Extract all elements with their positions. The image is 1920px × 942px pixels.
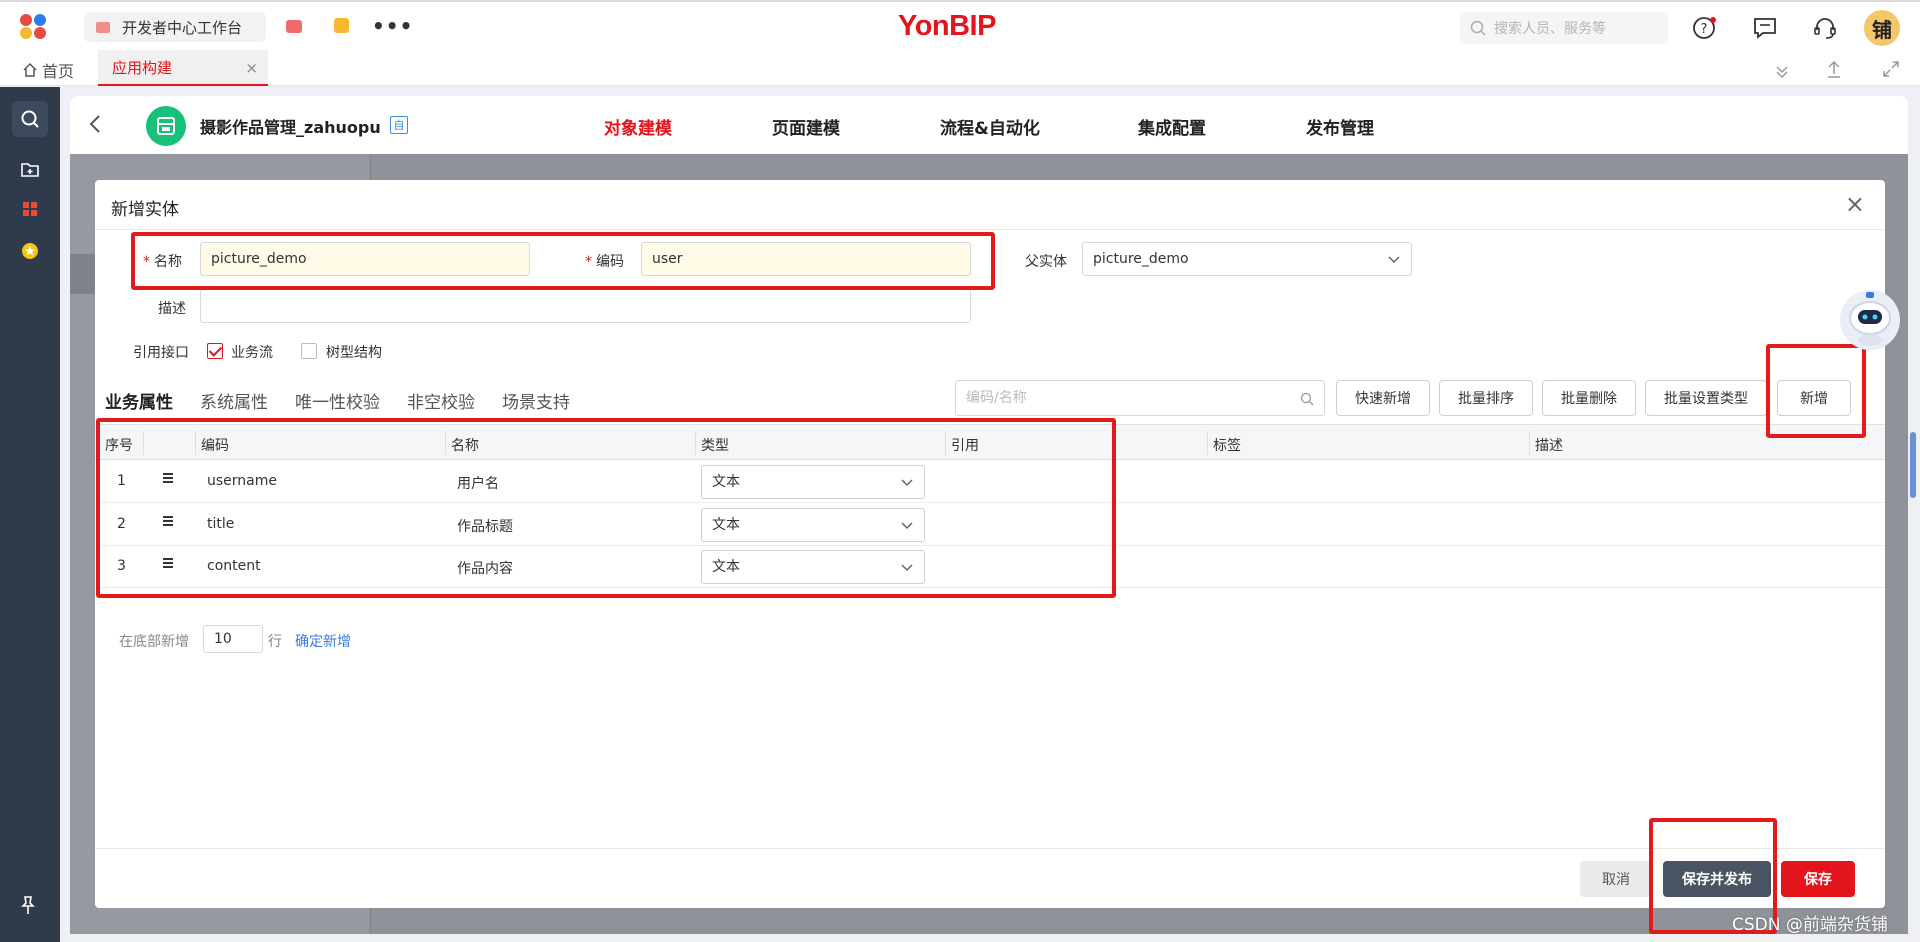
pin-icon[interactable]	[18, 895, 38, 917]
brand-logo: YonBIP	[898, 10, 996, 42]
parent-entity-value: picture_demo	[1093, 251, 1189, 267]
tab-close-icon[interactable]: ×	[245, 59, 258, 77]
tab-app-build-label: 应用构建	[112, 58, 173, 77]
business-flow-checkbox[interactable]	[207, 343, 223, 359]
rail-search-icon[interactable]	[12, 101, 48, 137]
nav-publish-management[interactable]: 发布管理	[1306, 114, 1374, 139]
back-icon[interactable]	[88, 114, 102, 139]
batch-delete-button[interactable]: 批量删除	[1542, 380, 1636, 416]
confirm-add-rows-link[interactable]: 确定新增	[295, 631, 351, 651]
attribute-search-placeholder: 编码/名称	[966, 390, 1027, 406]
parent-entity-label: 父实体	[1025, 254, 1067, 270]
home-icon	[23, 62, 37, 77]
tab-strip: 首页 应用构建 ×	[0, 50, 1920, 86]
batch-set-type-button[interactable]: 批量设置类型	[1645, 380, 1767, 416]
tab-app-build[interactable]: 应用构建 ×	[98, 50, 268, 86]
annotation-box-add	[1766, 344, 1866, 438]
workbench-tab[interactable]: 开发者中心工作台	[84, 12, 266, 42]
app-title: 摄影作品管理_zahuopu	[200, 118, 381, 137]
scrollbar-thumb[interactable]	[1910, 432, 1916, 498]
assistant-robot-icon[interactable]	[1830, 288, 1904, 358]
business-flow-label: 业务流	[231, 345, 273, 361]
tab-system-attributes[interactable]: 系统属性	[200, 388, 268, 413]
app-header: 摄影作品管理_zahuopu 自 对象建模 页面建模 流程&自动化 集成配置 发…	[70, 96, 1908, 154]
upload-icon[interactable]	[1826, 60, 1842, 78]
rail-folder-icon[interactable]	[12, 151, 48, 187]
top-bar: 开发者中心工作台 ••• YonBIP 搜索人员、服务等 ? 铺	[0, 0, 1920, 50]
app-icon	[146, 106, 186, 146]
attribute-search-input[interactable]: 编码/名称	[955, 380, 1325, 416]
expand-icon[interactable]	[1882, 60, 1900, 78]
global-search-placeholder: 搜索人员、服务等	[1494, 21, 1606, 37]
user-avatar[interactable]: 铺	[1864, 10, 1900, 46]
quick-add-button[interactable]: 快速新增	[1336, 380, 1430, 416]
tab-home[interactable]: 首页	[22, 58, 74, 82]
annotation-box-table	[96, 418, 1116, 598]
description-label: 描述	[158, 301, 186, 317]
svg-text:?: ?	[1701, 22, 1708, 37]
workbench-label: 开发者中心工作台	[122, 18, 243, 37]
parent-entity-select[interactable]: picture_demo	[1082, 242, 1412, 276]
close-icon[interactable]: ×	[1845, 190, 1865, 218]
interface-label: 引用接口	[133, 345, 189, 361]
app-launcher-icon[interactable]	[20, 14, 50, 40]
tab-business-attributes[interactable]: 业务属性	[105, 388, 173, 413]
chevron-down-icon[interactable]	[1774, 62, 1790, 78]
batch-sort-button[interactable]: 批量排序	[1439, 380, 1533, 416]
search-icon	[1300, 392, 1314, 406]
col-description: 描述	[1535, 438, 1563, 454]
dialog-title: 新增实体	[111, 200, 179, 220]
save-button[interactable]: 保存	[1781, 861, 1855, 897]
message-app-icon[interactable]	[286, 20, 302, 33]
app-type-badge: 自	[390, 116, 408, 134]
search-icon	[1470, 20, 1486, 36]
help-icon[interactable]: ?	[1692, 15, 1718, 41]
task-app-icon[interactable]	[334, 18, 349, 33]
tab-scenario-support[interactable]: 场景支持	[502, 388, 570, 413]
add-rows-suffix: 行	[268, 634, 282, 650]
dialog-header: 新增实体 ×	[95, 180, 1885, 230]
workbench-icon	[96, 21, 110, 33]
tab-home-label: 首页	[42, 62, 75, 81]
nav-process-automation[interactable]: 流程&自动化	[940, 114, 1040, 139]
col-tag: 标签	[1213, 438, 1241, 454]
global-search-input[interactable]: 搜索人员、服务等	[1460, 12, 1668, 44]
nav-object-modeling[interactable]: 对象建模	[604, 114, 672, 139]
col-separator	[1529, 431, 1530, 455]
more-icon[interactable]: •••	[372, 14, 413, 38]
tab-unique-check[interactable]: 唯一性校验	[295, 388, 380, 413]
description-input[interactable]	[200, 289, 971, 323]
cancel-button[interactable]: 取消	[1580, 861, 1652, 897]
chevron-down-icon	[1388, 256, 1400, 264]
nav-page-modeling[interactable]: 页面建模	[772, 114, 840, 139]
add-rows-prefix: 在底部新增	[119, 634, 189, 650]
add-rows-count-input[interactable]: 10	[203, 625, 263, 653]
tree-structure-label: 树型结构	[326, 345, 382, 361]
watermark: CSDN @前端杂货铺	[1732, 915, 1888, 935]
chat-icon[interactable]	[1752, 15, 1778, 41]
left-rail	[0, 87, 60, 942]
tab-not-null-check[interactable]: 非空校验	[407, 388, 475, 413]
rail-grid-icon[interactable]	[12, 191, 48, 227]
annotation-box-name-code	[131, 232, 995, 290]
headset-icon[interactable]	[1812, 15, 1838, 41]
col-separator	[1207, 431, 1208, 455]
nav-integration-config[interactable]: 集成配置	[1138, 114, 1206, 139]
tree-structure-checkbox[interactable]	[301, 343, 317, 359]
rail-star-icon[interactable]	[12, 233, 48, 269]
